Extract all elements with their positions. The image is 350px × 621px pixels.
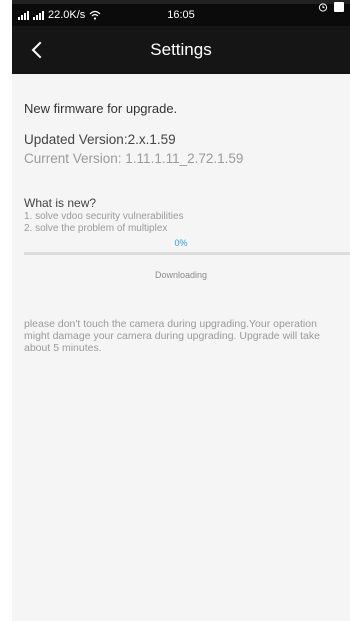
upgrade-warning: please don't touch the camera during upg… <box>24 318 320 354</box>
app-bar: Settings <box>12 26 350 74</box>
current-version: Current Version: 1.11.1.11_2.72.1.59 <box>24 151 244 166</box>
release-note-item: 2. solve the problem of multiplex <box>24 223 168 234</box>
updated-version: Updated Version:2.x.1.59 <box>24 132 176 147</box>
screen: 22.0K/s 16:05 Settings New firmware for … <box>12 0 350 621</box>
progress-percent: 0% <box>174 238 188 248</box>
release-notes: 1. solve vdoo security vulnerabilities 2… <box>24 211 184 235</box>
firmware-message: New firmware for upgrade. <box>24 101 178 116</box>
download-status: Downloading <box>154 270 208 280</box>
clock-icon <box>318 3 328 12</box>
status-bar: 22.0K/s 16:05 <box>12 0 350 26</box>
release-note-item: 1. solve vdoo security vulnerabilities <box>24 211 184 222</box>
progress-bar <box>24 252 350 255</box>
status-right <box>318 2 344 12</box>
battery-icon <box>334 2 344 12</box>
whats-new-title: What is new? <box>24 196 97 210</box>
page-title: Settings <box>150 40 212 59</box>
status-time: 16:05 <box>167 9 195 21</box>
